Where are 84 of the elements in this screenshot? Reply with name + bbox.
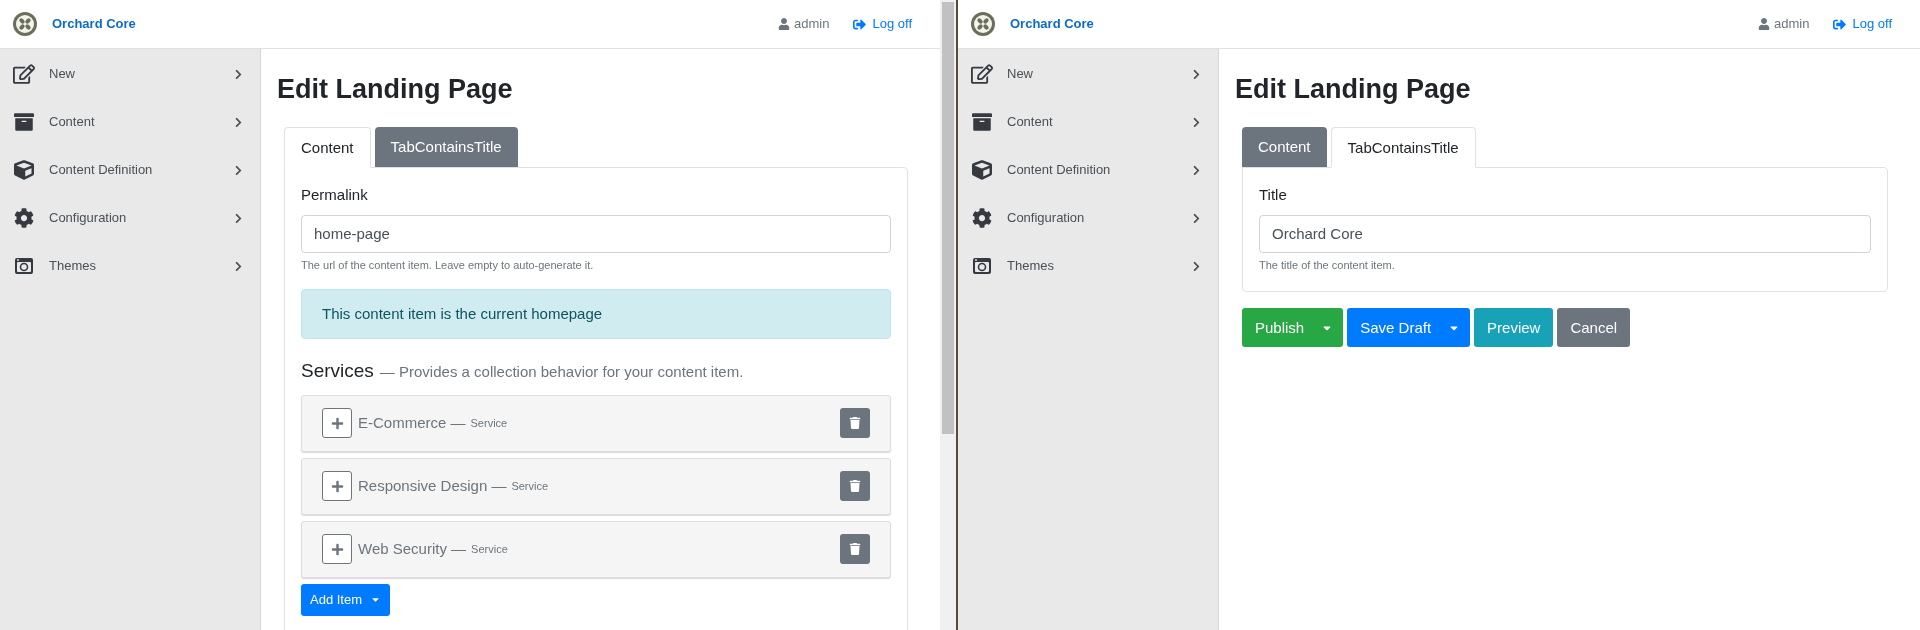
logoff-link[interactable]: Log off [872,14,912,34]
sidebar-item[interactable]: Configuration [958,194,1218,242]
brand-link[interactable]: Orchard Core [1010,14,1094,34]
chevron-icon [233,260,244,272]
sidebar-item[interactable]: Content Definition [958,146,1218,194]
field-hint: The title of the content item. [1259,257,1396,273]
brand-link[interactable]: Orchard Core [52,14,136,34]
page-title: Edit Landing Page [1235,73,1472,106]
edit-icon [13,63,35,85]
chevron-icon [1191,164,1202,176]
scrollbar-thumb[interactable] [942,2,954,434]
info-alert: This content item is the current homepage [301,289,891,340]
sidebar-item[interactable]: New [958,50,1218,98]
chevron-icon [233,212,244,224]
expand-button[interactable] [322,471,352,502]
user-icon [1758,18,1771,30]
plus-icon [330,542,344,556]
item-type: Service [511,479,549,495]
section-title: Services [301,359,374,384]
user-icon [778,18,791,30]
field-label: Permalink [301,185,369,206]
user-name[interactable]: admin [1774,14,1810,34]
camera-icon [14,257,34,275]
expand-button[interactable] [322,408,352,439]
chevron-icon [233,68,244,80]
add-item-button[interactable]: Add Item [301,583,391,616]
sidebar-item[interactable]: New [0,50,260,98]
button-label[interactable]: Publish [1242,316,1318,340]
item-type: Service [471,542,508,558]
archive-icon [972,112,992,132]
split-button[interactable]: Save Draft [1347,308,1471,348]
item-name: Responsive Design — [358,476,507,497]
sidebar-item[interactable]: Content [0,98,260,146]
archive-icon [14,112,34,132]
delete-button[interactable] [840,471,870,502]
action-button[interactable]: Cancel [1557,308,1631,348]
sidebar-item[interactable]: Themes [0,242,260,290]
cube-icon [14,160,34,180]
text-field[interactable]: Orchard Core [1259,214,1871,253]
logout-icon [1833,17,1847,31]
gear-icon [14,208,34,228]
chevron-icon [233,164,244,176]
user-name[interactable]: admin [794,14,830,34]
plus-icon [330,416,344,430]
chevron-icon [1191,260,1202,272]
plus-icon [330,479,344,493]
logo-icon[interactable] [12,11,38,37]
delete-button[interactable] [840,408,870,439]
button-label[interactable]: Save Draft [1347,316,1445,340]
logout-icon [853,17,867,31]
field-hint: The url of the content item. Leave empty to auto-generate it. [301,257,595,273]
trash-icon [849,480,861,493]
delete-button[interactable] [840,534,870,565]
sidebar-item[interactable]: Content [958,98,1218,146]
item-name: E-Commerce — [358,413,466,434]
chevron-icon [1191,212,1202,224]
tab[interactable]: Content [284,127,371,169]
expand-button[interactable] [322,534,352,565]
logoff-link[interactable]: Log off [1852,14,1892,34]
text-field[interactable]: home-page [301,214,891,253]
field-label: Title [1259,185,1288,206]
tab[interactable]: TabContainsTitle [374,127,518,168]
trash-icon [849,417,861,430]
scrollbar[interactable] [940,0,956,630]
chevron-icon [233,116,244,128]
split-button[interactable]: Publish [1242,308,1344,348]
chevron-icon [1191,116,1202,128]
chevron-icon [1191,68,1202,80]
item-name: Web Security — [358,539,467,560]
cube-icon [972,160,992,180]
edit-icon [971,63,993,85]
gear-icon [972,208,992,228]
page-title: Edit Landing Page [277,73,514,106]
logo-icon[interactable] [970,11,996,37]
trash-icon [849,543,861,556]
item-type: Service [470,416,508,432]
sidebar-item[interactable]: Configuration [0,194,260,242]
sidebar-item[interactable]: Content Definition [0,146,260,194]
sidebar-item[interactable]: Themes [958,242,1218,290]
tab[interactable]: Content [1242,127,1327,168]
tab[interactable]: TabContainsTitle [1330,127,1476,169]
section-description: — Provides a collection behavior for your content item. [379,362,744,383]
camera-icon [972,257,992,275]
action-button[interactable]: Preview [1474,308,1554,348]
